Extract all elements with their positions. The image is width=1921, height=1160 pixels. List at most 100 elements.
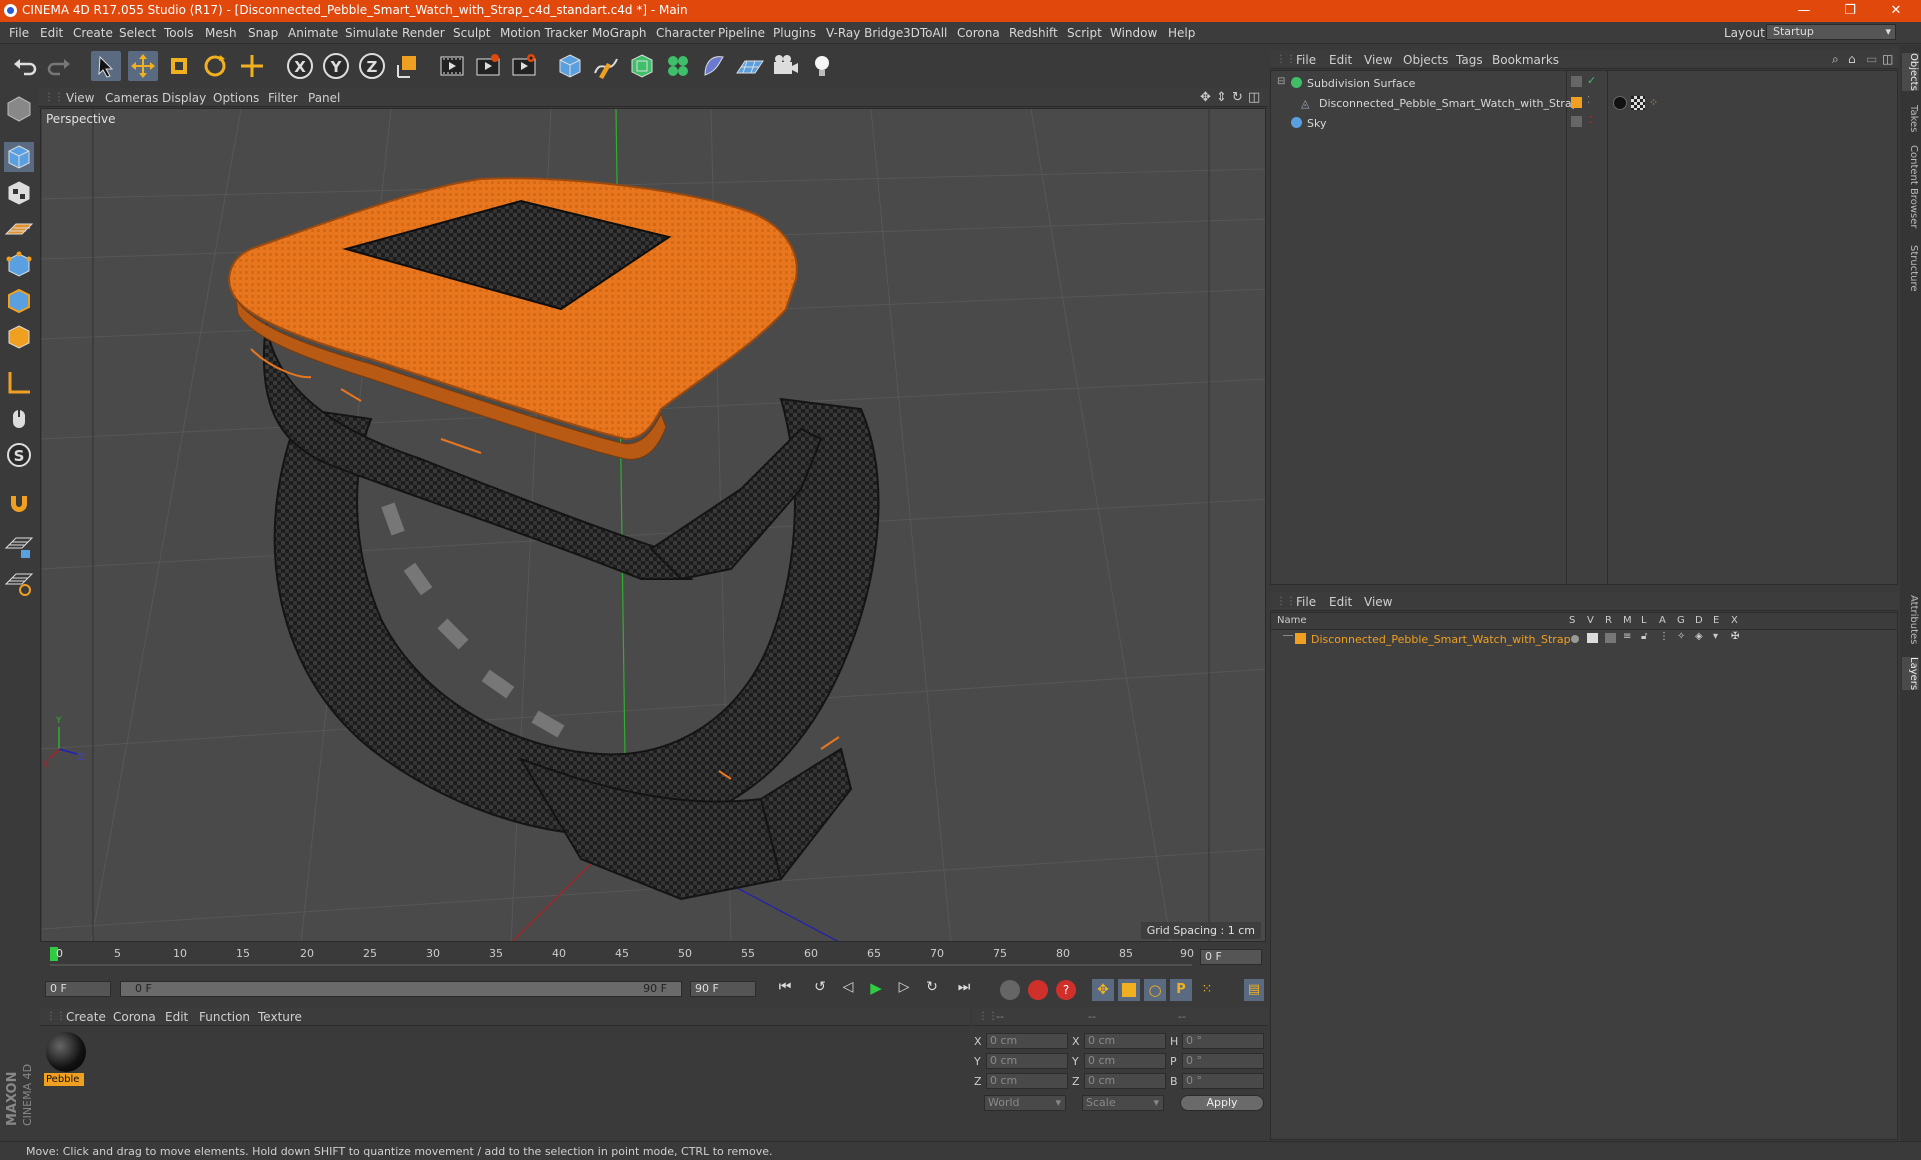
- snap-magnet-button[interactable]: [4, 488, 34, 518]
- menu-animate[interactable]: Animate: [288, 26, 338, 40]
- restore-button[interactable]: ❐: [1827, 0, 1873, 22]
- make-editable-button[interactable]: [4, 94, 34, 124]
- menu-snap[interactable]: Snap: [248, 26, 278, 40]
- edges-mode-button[interactable]: [4, 286, 34, 316]
- view-toggle-icon[interactable]: [1587, 633, 1598, 643]
- layer-color-icon[interactable]: [1295, 633, 1306, 644]
- menu-create[interactable]: Create: [73, 26, 113, 40]
- texture-mode-button[interactable]: [4, 178, 34, 208]
- model-mode-button[interactable]: [4, 142, 34, 172]
- camera-object-button[interactable]: [771, 51, 801, 81]
- menu-mesh[interactable]: Mesh: [205, 26, 237, 40]
- menu-3dtoall[interactable]: 3DToAll: [903, 26, 947, 40]
- menu-help[interactable]: Help: [1168, 26, 1195, 40]
- phong-tag-icon[interactable]: ⁘: [1649, 96, 1658, 109]
- collapse-icon[interactable]: ⊟: [1277, 76, 1285, 87]
- points-mode-button[interactable]: [4, 250, 34, 280]
- tab-layers[interactable]: Layers: [1902, 657, 1919, 691]
- size-x-field[interactable]: 0 cm: [1084, 1033, 1166, 1049]
- deformer-button[interactable]: [699, 51, 729, 81]
- menu-motion-tracker[interactable]: Motion Tracker: [500, 26, 588, 40]
- menu-character[interactable]: Character: [656, 26, 715, 40]
- material-menu-create[interactable]: Create: [66, 1010, 106, 1024]
- material-menu-edit[interactable]: Edit: [165, 1010, 188, 1024]
- enabled-check-icon[interactable]: ✓: [1587, 74, 1596, 87]
- next-frame-button[interactable]: ▷: [892, 979, 916, 1001]
- start-frame-field[interactable]: 0 F: [45, 981, 111, 997]
- undo-button[interactable]: [10, 51, 40, 81]
- autokey-icon[interactable]: [1028, 980, 1048, 1000]
- go-to-start-button[interactable]: ⏮: [773, 979, 797, 1001]
- animation-toggle-icon[interactable]: ⋮: [1659, 631, 1669, 642]
- quantize-button[interactable]: [4, 568, 34, 598]
- render-view-button[interactable]: [437, 51, 467, 81]
- viewport-zoom-icon[interactable]: ⇕: [1216, 90, 1227, 105]
- key-position-icon[interactable]: ✥: [1092, 979, 1114, 1001]
- viewport-rotate-icon[interactable]: ↻: [1232, 90, 1243, 105]
- menu-script[interactable]: Script: [1067, 26, 1102, 40]
- object-menu-view[interactable]: View: [1364, 53, 1392, 67]
- menu-file[interactable]: File: [9, 26, 29, 40]
- pos-z-field[interactable]: 0 cm: [986, 1073, 1068, 1089]
- y-axis-button[interactable]: Y: [321, 51, 351, 81]
- menu-corona[interactable]: Corona: [957, 26, 1000, 40]
- current-frame-field[interactable]: 0 F: [1200, 949, 1262, 965]
- visibility-dots-icon[interactable]: ⁚: [1587, 95, 1590, 106]
- timeline-window-icon[interactable]: ▤: [1244, 979, 1264, 1001]
- size-mode-select[interactable]: Scale ▾: [1082, 1095, 1164, 1111]
- coordinate-space-select[interactable]: World ▾: [984, 1095, 1066, 1111]
- size-y-field[interactable]: 0 cm: [1084, 1053, 1166, 1069]
- object-row-sky[interactable]: Sky ⁚: [1271, 115, 1897, 134]
- tab-structure[interactable]: Structure: [1902, 245, 1919, 292]
- material-menu-function[interactable]: Function: [199, 1010, 250, 1024]
- material-tag-icon[interactable]: [1613, 96, 1627, 110]
- new-view-icon[interactable]: ▭: [1866, 52, 1877, 66]
- tab-content-browser[interactable]: Content Browser: [1902, 145, 1919, 228]
- layer-menu-file[interactable]: File: [1296, 595, 1316, 609]
- menu-redshift[interactable]: Redshift: [1009, 26, 1058, 40]
- material-pebble[interactable]: Pebble: [44, 1031, 88, 1089]
- previous-frame-button[interactable]: ◁: [836, 979, 860, 1001]
- render-picture-viewer-button[interactable]: [473, 51, 503, 81]
- scale-tool-button[interactable]: [164, 51, 194, 81]
- axis-mode-button[interactable]: [4, 368, 34, 398]
- edit-render-settings-button[interactable]: [509, 51, 539, 81]
- xref-toggle-icon[interactable]: ✠: [1731, 631, 1739, 642]
- previous-key-button[interactable]: ↺: [808, 979, 832, 1001]
- material-menu-texture[interactable]: Texture: [258, 1010, 302, 1024]
- rot-p-field[interactable]: 0 °: [1182, 1053, 1264, 1069]
- menu-edit[interactable]: Edit: [40, 26, 63, 40]
- viewport-menu-cameras[interactable]: Cameras: [105, 91, 158, 105]
- pos-y-field[interactable]: 0 cm: [986, 1053, 1068, 1069]
- generators-toggle-icon[interactable]: ✧: [1677, 631, 1685, 642]
- key-rotation-icon[interactable]: ○: [1144, 979, 1166, 1001]
- menu-pipeline[interactable]: Pipeline: [718, 26, 765, 40]
- material-menu-corona[interactable]: Corona: [113, 1010, 156, 1024]
- z-axis-button[interactable]: Z: [357, 51, 387, 81]
- menu-sculpt[interactable]: Sculpt: [453, 26, 490, 40]
- object-menu-edit[interactable]: Edit: [1329, 53, 1352, 67]
- select-tool-button[interactable]: [91, 51, 121, 81]
- layer-color-icon[interactable]: [1571, 97, 1582, 108]
- tab-attributes[interactable]: Attributes: [1902, 595, 1919, 644]
- layout-select[interactable]: Startup ▾: [1766, 24, 1896, 40]
- solo-toggle-icon[interactable]: [1571, 635, 1579, 643]
- render-toggle-icon[interactable]: [1605, 633, 1616, 643]
- object-menu-tags[interactable]: Tags: [1456, 53, 1483, 67]
- solo-mode-button[interactable]: S: [4, 440, 34, 470]
- live-selection-button[interactable]: [237, 51, 267, 81]
- x-axis-button[interactable]: X: [285, 51, 315, 81]
- key-scale-icon[interactable]: [1118, 979, 1140, 1001]
- tab-takes[interactable]: Takes: [1902, 105, 1919, 132]
- object-row-watch[interactable]: ◬ Disconnected_Pebble_Smart_Watch_with_S…: [1271, 95, 1897, 114]
- viewport-menu-filter[interactable]: Filter: [268, 91, 298, 105]
- editor-visibility-icon[interactable]: [1571, 116, 1582, 127]
- floor-object-button[interactable]: [735, 51, 765, 81]
- next-key-button[interactable]: ↻: [920, 979, 944, 1001]
- redo-button[interactable]: [44, 51, 74, 81]
- key-pla-icon[interactable]: ⁙: [1196, 979, 1218, 1001]
- size-z-field[interactable]: 0 cm: [1084, 1073, 1166, 1089]
- lock-toggle-icon[interactable]: 🔓︎: [1641, 631, 1647, 642]
- search-icon[interactable]: ⌕: [1832, 52, 1839, 67]
- editor-visibility-icon[interactable]: [1571, 76, 1582, 87]
